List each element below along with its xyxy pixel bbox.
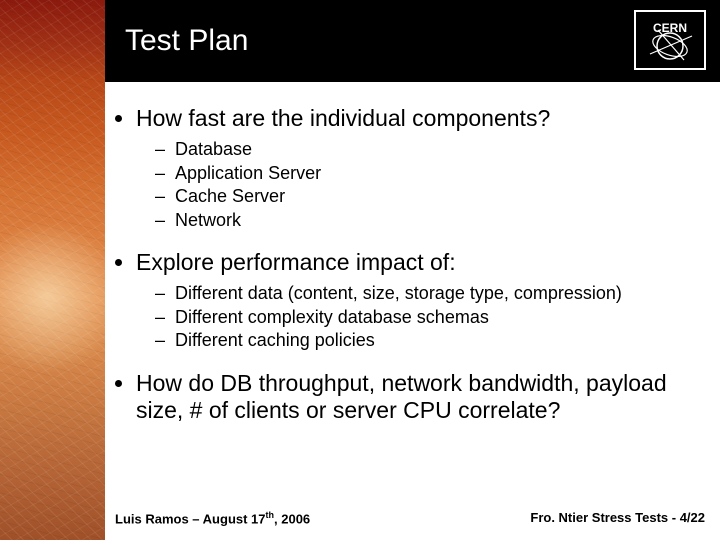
- dash-icon: –: [155, 185, 165, 208]
- sub-text: Application Server: [175, 162, 321, 185]
- sub-text: Different complexity database schemas: [175, 306, 489, 329]
- footer-left: Luis Ramos – August 17th, 2006: [115, 510, 310, 526]
- bullet-text: How do DB throughput, network bandwidth,…: [136, 370, 705, 424]
- bullet-text: How fast are the individual components?: [136, 105, 550, 132]
- footer-right-label: Fro. Ntier Stress Tests -: [530, 510, 679, 525]
- sub-list: –Database –Application Server –Cache Ser…: [155, 138, 705, 231]
- sub-item: –Different data (content, size, storage …: [155, 282, 705, 305]
- footer-date-post: , 2006: [274, 511, 310, 526]
- bullet-dot-icon: [115, 259, 122, 266]
- dash-icon: –: [155, 306, 165, 329]
- bullet-item: How do DB throughput, network bandwidth,…: [115, 370, 705, 424]
- slide-body: How fast are the individual components? …: [115, 95, 705, 495]
- sub-item: –Database: [155, 138, 705, 161]
- dash-icon: –: [155, 138, 165, 161]
- footer-right: Fro. Ntier Stress Tests - 4/22: [530, 510, 705, 526]
- sub-text: Database: [175, 138, 252, 161]
- sub-item: –Network: [155, 209, 705, 232]
- sub-item: –Different complexity database schemas: [155, 306, 705, 329]
- sub-item: –Cache Server: [155, 185, 705, 208]
- slide-title: Test Plan: [125, 24, 248, 58]
- title-bar: Test Plan CERN: [105, 0, 720, 82]
- footer-date-ordinal: th: [266, 510, 275, 520]
- cern-logo: CERN: [634, 10, 706, 70]
- dash-icon: –: [155, 162, 165, 185]
- slide-footer: Luis Ramos – August 17th, 2006 Fro. Ntie…: [115, 510, 705, 526]
- dash-icon: –: [155, 282, 165, 305]
- sub-text: Different data (content, size, storage t…: [175, 282, 622, 305]
- footer-page-number: 4/22: [680, 510, 705, 525]
- footer-sep: –: [189, 511, 203, 526]
- bullet-dot-icon: [115, 115, 122, 122]
- bullet-dot-icon: [115, 380, 122, 387]
- bullet-item: How fast are the individual components?: [115, 105, 705, 132]
- sub-text: Different caching policies: [175, 329, 375, 352]
- dash-icon: –: [155, 209, 165, 232]
- sub-list: –Different data (content, size, storage …: [155, 282, 705, 352]
- sidebar-decorative-image: [0, 0, 105, 540]
- footer-author: Luis Ramos: [115, 511, 189, 526]
- dash-icon: –: [155, 329, 165, 352]
- sub-text: Cache Server: [175, 185, 285, 208]
- sub-item: –Application Server: [155, 162, 705, 185]
- footer-date-pre: August 17: [203, 511, 266, 526]
- sub-item: –Different caching policies: [155, 329, 705, 352]
- bullet-item: Explore performance impact of:: [115, 249, 705, 276]
- bullet-text: Explore performance impact of:: [136, 249, 456, 276]
- sub-text: Network: [175, 209, 241, 232]
